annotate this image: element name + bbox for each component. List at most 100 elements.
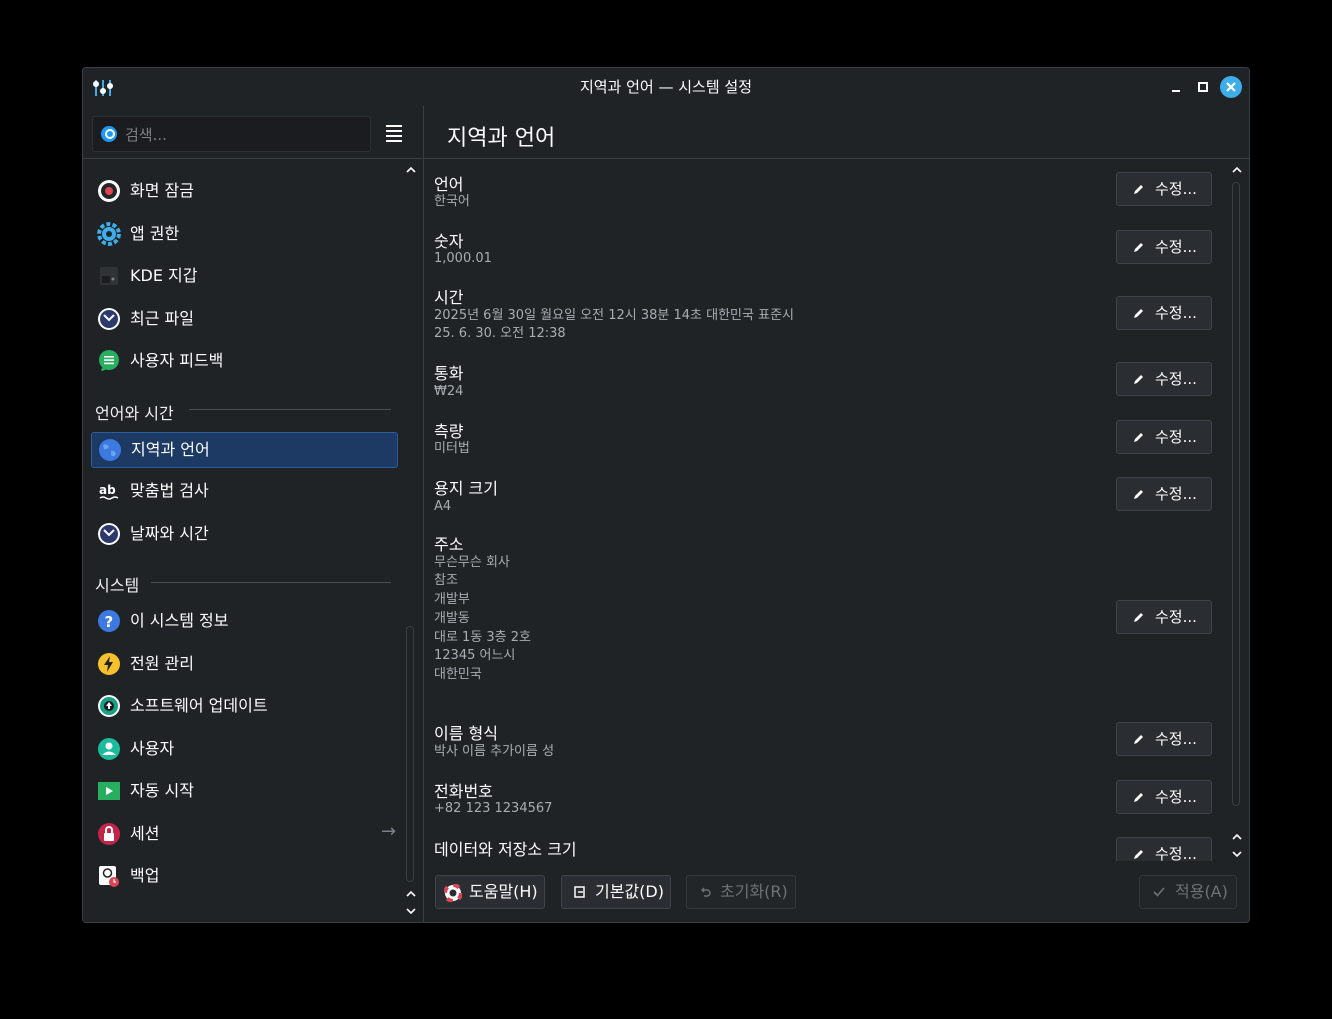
sidebar-item-autostart[interactable]: 자동 시작 xyxy=(91,774,396,808)
row-time-title: 시간 xyxy=(434,288,464,307)
apply-button[interactable]: 적용(A) xyxy=(1139,875,1237,909)
edit-time-button[interactable]: 수정... xyxy=(1116,296,1212,330)
edit-paper-size-button[interactable]: 수정... xyxy=(1116,477,1212,511)
sidebar-item-about-system[interactable]: ? 이 시스템 정보 xyxy=(91,604,396,638)
sidebar-item-label: 세션 xyxy=(130,824,160,843)
gear-icon xyxy=(97,222,121,246)
page-title: 지역과 언어 xyxy=(447,126,556,151)
close-icon xyxy=(1226,82,1236,92)
checkmark-icon xyxy=(1153,887,1165,897)
lifebuoy-icon xyxy=(444,884,462,902)
sidebar-item-label: 맞춤법 검사 xyxy=(130,481,209,500)
chevron-down-icon xyxy=(406,908,416,915)
search-input[interactable] xyxy=(123,117,367,153)
row-name-format-title: 이름 형식 xyxy=(434,724,498,743)
sidebar-item-session[interactable]: 세션 → xyxy=(91,817,396,851)
row-measurement-value: 미터법 xyxy=(434,441,470,456)
sidebar-item-spell-check[interactable]: ab 맞춤법 검사 xyxy=(91,474,396,508)
edit-name-format-button[interactable]: 수정... xyxy=(1116,722,1212,756)
pencil-icon xyxy=(1134,850,1143,859)
sidebar-item-label: 앱 권한 xyxy=(130,224,180,243)
edit-phone-button[interactable]: 수정... xyxy=(1116,780,1212,814)
sidebar-scroll-down-button[interactable] xyxy=(405,905,417,917)
sidebar-item-label: 이 시스템 정보 xyxy=(130,611,229,630)
reset-button[interactable]: 초기화(R) xyxy=(686,875,796,909)
main-scrollbar-handle[interactable] xyxy=(1232,182,1240,806)
row-paper-size-title: 용지 크기 xyxy=(434,479,498,498)
main-scroll-down-button[interactable] xyxy=(1231,848,1243,860)
lock-icon xyxy=(98,823,120,845)
arrow-right-icon: → xyxy=(381,821,397,842)
wallet-icon xyxy=(100,267,118,285)
feedback-icon xyxy=(99,350,119,372)
row-phone-value: +82 123 1234567 xyxy=(434,801,553,816)
edit-measurement-button[interactable]: 수정... xyxy=(1116,420,1212,454)
sidebar-item-users[interactable]: 사용자 xyxy=(91,732,396,766)
help-button[interactable]: 도움말(H) xyxy=(435,875,545,909)
row-time-long: 2025년 6월 30일 월요일 오전 12시 38분 14초 대한민국 표준시 xyxy=(434,308,794,323)
main-scroll-up-button[interactable] xyxy=(1231,164,1243,176)
clock-icon xyxy=(98,308,120,330)
sidebar-item-recent-files[interactable]: 최근 파일 xyxy=(91,302,396,336)
search-icon xyxy=(101,126,117,142)
sidebar-item-screen-lock[interactable]: 화면 잠금 xyxy=(91,174,396,208)
update-icon xyxy=(98,695,120,717)
title-bar[interactable]: 지역과 언어 — 시스템 설정 xyxy=(83,68,1249,106)
chevron-up-icon xyxy=(406,890,416,897)
help-icon: ? xyxy=(98,610,120,632)
pencil-icon xyxy=(1134,375,1143,384)
edit-numbers-button[interactable]: 수정... xyxy=(1116,230,1212,264)
main-scroll-up-button-bottom[interactable] xyxy=(1231,831,1243,843)
row-address-line: 대한민국 xyxy=(434,667,482,682)
sidebar-item-power-management[interactable]: 전원 관리 xyxy=(91,647,396,681)
pencil-icon xyxy=(1134,490,1143,499)
row-language-value: 한국어 xyxy=(434,194,470,209)
minimize-button[interactable] xyxy=(1167,78,1185,96)
sidebar-item-kde-wallet[interactable]: KDE 지갑 xyxy=(91,259,396,293)
row-address-line: 개발동 xyxy=(434,611,470,626)
main-header-divider xyxy=(424,158,1249,159)
sidebar-item-region-language[interactable]: 지역과 언어 xyxy=(91,432,398,468)
svg-text:ab: ab xyxy=(99,483,116,497)
maximize-button[interactable] xyxy=(1194,78,1212,96)
row-address-line: 개발부 xyxy=(434,592,470,607)
sidebar-scroll-up-button[interactable] xyxy=(405,164,417,176)
row-currency-title: 통화 xyxy=(434,364,464,383)
row-numbers-value: 1,000.01 xyxy=(434,251,492,266)
section-divider xyxy=(151,582,391,583)
sidebar-item-label: KDE 지갑 xyxy=(130,266,198,285)
sidebar-item-app-permissions[interactable]: 앱 권한 xyxy=(91,217,396,251)
screen-lock-icon xyxy=(98,180,120,202)
sidebar-item-label: 날짜와 시간 xyxy=(130,524,209,543)
backup-icon xyxy=(99,866,119,887)
close-button[interactable] xyxy=(1220,76,1242,98)
autostart-icon xyxy=(98,782,120,800)
edit-address-button[interactable]: 수정... xyxy=(1116,600,1212,634)
row-time-short: 25. 6. 30. 오전 12:38 xyxy=(434,326,566,341)
sidebar-scrollbar-handle[interactable] xyxy=(406,626,414,882)
row-address-title: 주소 xyxy=(434,535,464,554)
chevron-down-icon xyxy=(1232,851,1242,858)
pencil-icon xyxy=(1134,735,1143,744)
search-box[interactable] xyxy=(92,116,371,153)
user-icon xyxy=(98,738,120,760)
sidebar-item-date-time[interactable]: 날짜와 시간 xyxy=(91,517,396,551)
edit-language-button[interactable]: 수정... xyxy=(1116,172,1212,206)
globe-icon xyxy=(99,439,121,461)
power-icon xyxy=(98,653,120,675)
edit-data-storage-button[interactable]: 수정... xyxy=(1116,837,1212,863)
sidebar-item-backup[interactable]: 백업 xyxy=(91,859,396,893)
defaults-button[interactable]: 기본값(D) xyxy=(561,875,671,909)
sidebar-item-label: 전원 관리 xyxy=(130,654,194,673)
row-address-line: 참조 xyxy=(434,573,458,588)
settings-window: 지역과 언어 — 시스템 설정 화면 잠금 앱 권한 KDE 지갑 xyxy=(82,67,1250,923)
edit-currency-button[interactable]: 수정... xyxy=(1116,362,1212,396)
hamburger-menu-button[interactable] xyxy=(386,125,402,142)
sidebar-item-software-update[interactable]: 소프트웨어 업데이트 xyxy=(91,689,396,723)
row-address-line: 12345 어느시 xyxy=(434,648,516,663)
sidebar-item-user-feedback[interactable]: 사용자 피드백 xyxy=(91,344,396,378)
pencil-icon xyxy=(1134,793,1143,802)
window-title: 지역과 언어 — 시스템 설정 xyxy=(579,78,753,96)
pencil-icon xyxy=(1134,433,1143,442)
sidebar-scroll-up-button-bottom[interactable] xyxy=(405,888,417,900)
